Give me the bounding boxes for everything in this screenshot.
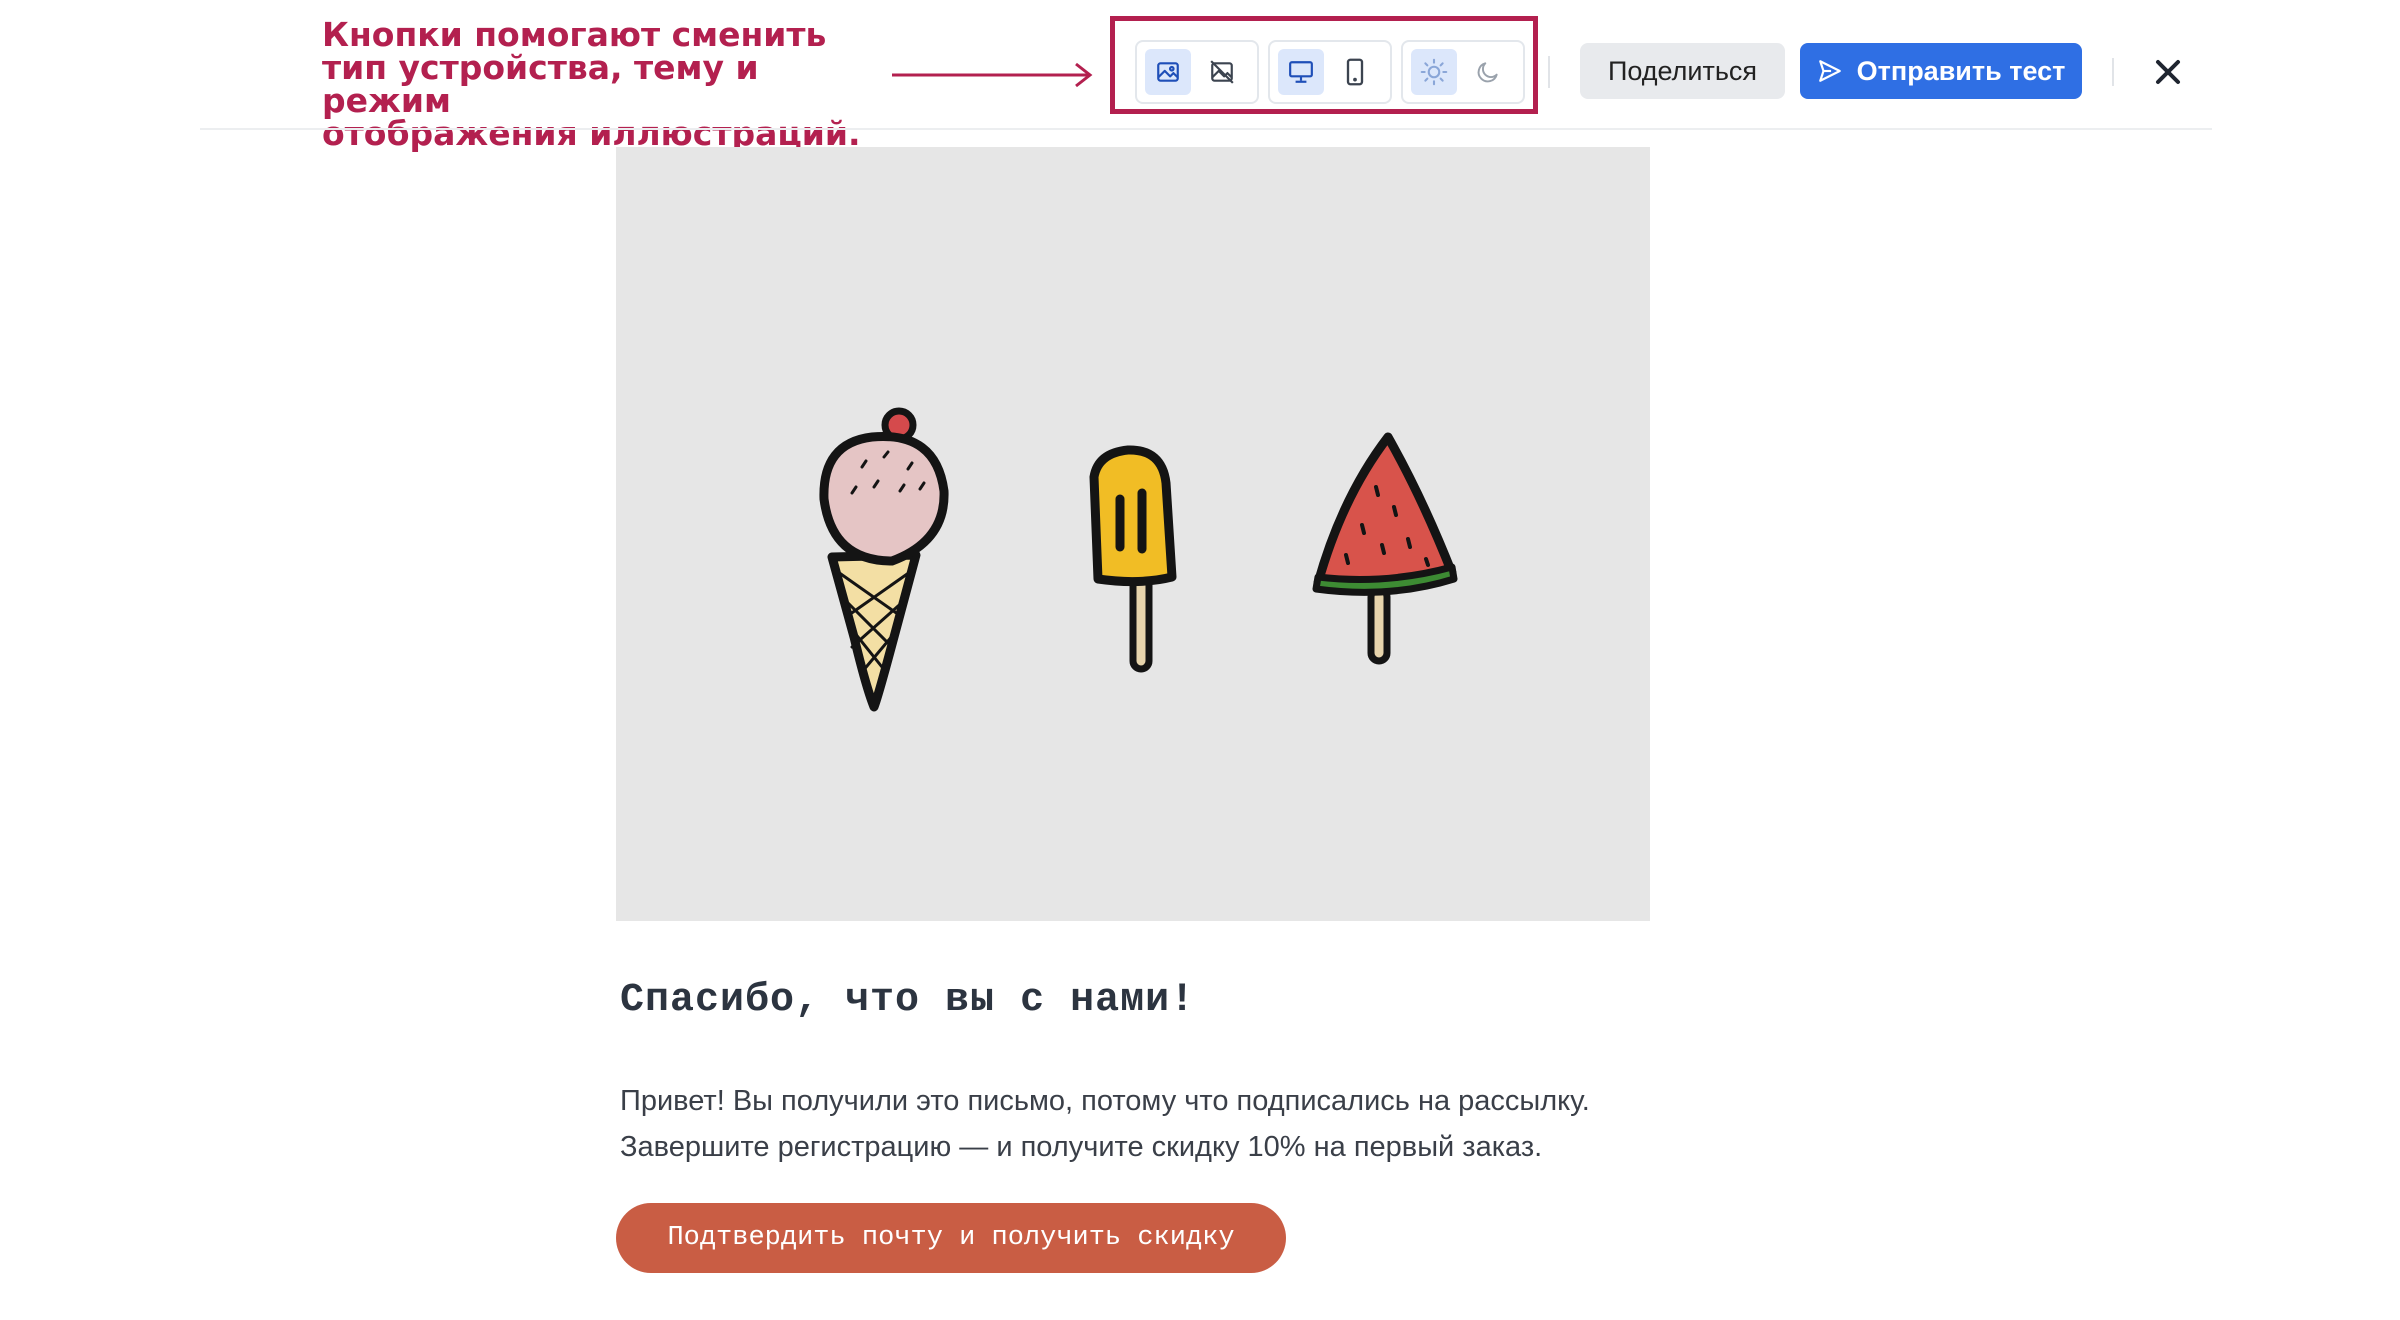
email-body-line: Привет! Вы получили это письмо, потому ч…: [620, 1085, 1590, 1117]
annotation-line: отображения иллюстраций.: [322, 114, 861, 153]
device-group: [1268, 40, 1392, 104]
toolbar-separator: [1548, 56, 1550, 88]
sun-icon[interactable]: [1411, 49, 1457, 95]
watermelon-popsicle-illustration: [1312, 432, 1458, 665]
email-body-line: Завершите регистрацию — и получите скидк…: [620, 1131, 1543, 1163]
mobile-icon[interactable]: [1332, 49, 1378, 95]
hero-image: [616, 147, 1650, 921]
popsicle-illustration: [1089, 445, 1177, 673]
email-title: Спасибо, что вы с нами!: [620, 978, 1196, 1023]
send-test-button[interactable]: Отправить тест: [1800, 43, 2082, 99]
desktop-icon[interactable]: [1278, 49, 1324, 95]
annotation-line: тип устройства, тему и режим: [322, 48, 759, 120]
annotation-line: Кнопки помогают сменить: [322, 15, 827, 54]
ice-cream-cone-illustration: [819, 407, 949, 712]
toolbar-separator: [2112, 58, 2114, 86]
send-icon: [1818, 60, 1841, 82]
confirm-email-button[interactable]: Подтвердить почту и получить скидку: [616, 1203, 1286, 1273]
share-button[interactable]: Поделиться: [1580, 43, 1785, 99]
image-icon[interactable]: [1145, 49, 1191, 95]
image-off-icon[interactable]: [1199, 49, 1245, 95]
toolbar-divider: [200, 128, 2212, 130]
theme-group: [1401, 40, 1525, 104]
annotation-arrow: [892, 62, 1093, 88]
email-body: Привет! Вы получили это письмо, потому ч…: [620, 1078, 1820, 1170]
close-icon[interactable]: [2148, 52, 2188, 92]
annotation-text: Кнопки помогают сменить тип устройства, …: [322, 18, 882, 150]
image-mode-group: [1135, 40, 1259, 104]
moon-icon[interactable]: [1465, 49, 1511, 95]
send-test-label: Отправить тест: [1856, 55, 2066, 86]
